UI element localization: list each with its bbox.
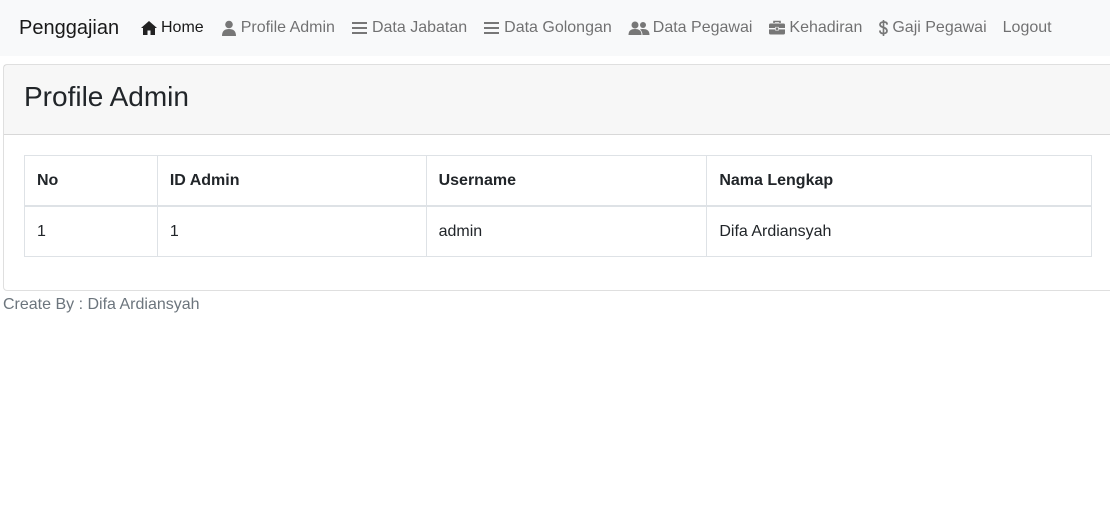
nav-item-label: Home — [161, 19, 204, 36]
cell-username: admin — [425, 205, 708, 257]
nav-item-label: Data Pegawai — [652, 19, 753, 36]
nav-item-label: Logout — [1002, 19, 1052, 36]
nav-item-home[interactable]: Home — [140, 17, 204, 39]
dollar-icon — [878, 20, 889, 36]
footer-credit: Create By : Difa Ardiansyah — [3, 296, 200, 313]
nav-item-profile-admin[interactable]: Profile Admin — [220, 17, 335, 39]
brand-link[interactable]: Penggajian — [19, 16, 119, 40]
cell-nama-lengkap: Difa Ardiansyah — [706, 205, 1092, 257]
top-navbar: Penggajian Home Profile Admin Data Jabat… — [0, 0, 1110, 56]
nav-item-label: Kehadiran — [789, 19, 863, 36]
nav-item-data-pegawai[interactable]: Data Pegawai — [628, 17, 753, 39]
cell-id-admin: 1 — [156, 205, 427, 257]
column-header-no: No — [24, 155, 158, 207]
nav-item-label: Data Golongan — [504, 19, 612, 36]
nav-item-logout[interactable]: Logout — [1003, 17, 1052, 39]
briefcase-icon — [768, 20, 786, 36]
admin-table: No ID Admin Username Nama Lengkap 1 1 ad… — [24, 155, 1092, 257]
list-icon — [483, 20, 501, 36]
nav-item-label: Data Jabatan — [371, 19, 468, 36]
nav-item-data-golongan[interactable]: Data Golongan — [483, 17, 612, 39]
cell-no: 1 — [24, 205, 158, 257]
table-container: No ID Admin Username Nama Lengkap 1 1 ad… — [24, 155, 1092, 257]
nav-item-data-jabatan[interactable]: Data Jabatan — [351, 17, 467, 39]
card-header: Profile Admin — [4, 65, 1110, 135]
table-row: 1 1 admin Difa Ardiansyah — [24, 205, 1092, 257]
column-header-id-admin: ID Admin — [156, 155, 427, 207]
home-icon — [140, 20, 158, 36]
list-icon — [351, 20, 369, 36]
column-header-nama-lengkap: Nama Lengkap — [706, 155, 1092, 207]
profile-card: Profile Admin No ID Admin Username Nama … — [3, 64, 1110, 291]
user-icon — [220, 20, 238, 36]
nav-item-kehadiran[interactable]: Kehadiran — [768, 17, 862, 39]
page-title: Profile Admin — [24, 81, 189, 112]
users-icon — [628, 20, 650, 36]
nav-item-gaji-pegawai[interactable]: Gaji Pegawai — [878, 17, 987, 39]
nav-menu: Home Profile Admin Data Jabatan Data Gol… — [140, 17, 1068, 39]
table-header-row: No ID Admin Username Nama Lengkap — [24, 155, 1092, 207]
column-header-username: Username — [425, 155, 708, 207]
nav-item-label: Profile Admin — [240, 19, 335, 36]
nav-item-label: Gaji Pegawai — [892, 19, 987, 36]
